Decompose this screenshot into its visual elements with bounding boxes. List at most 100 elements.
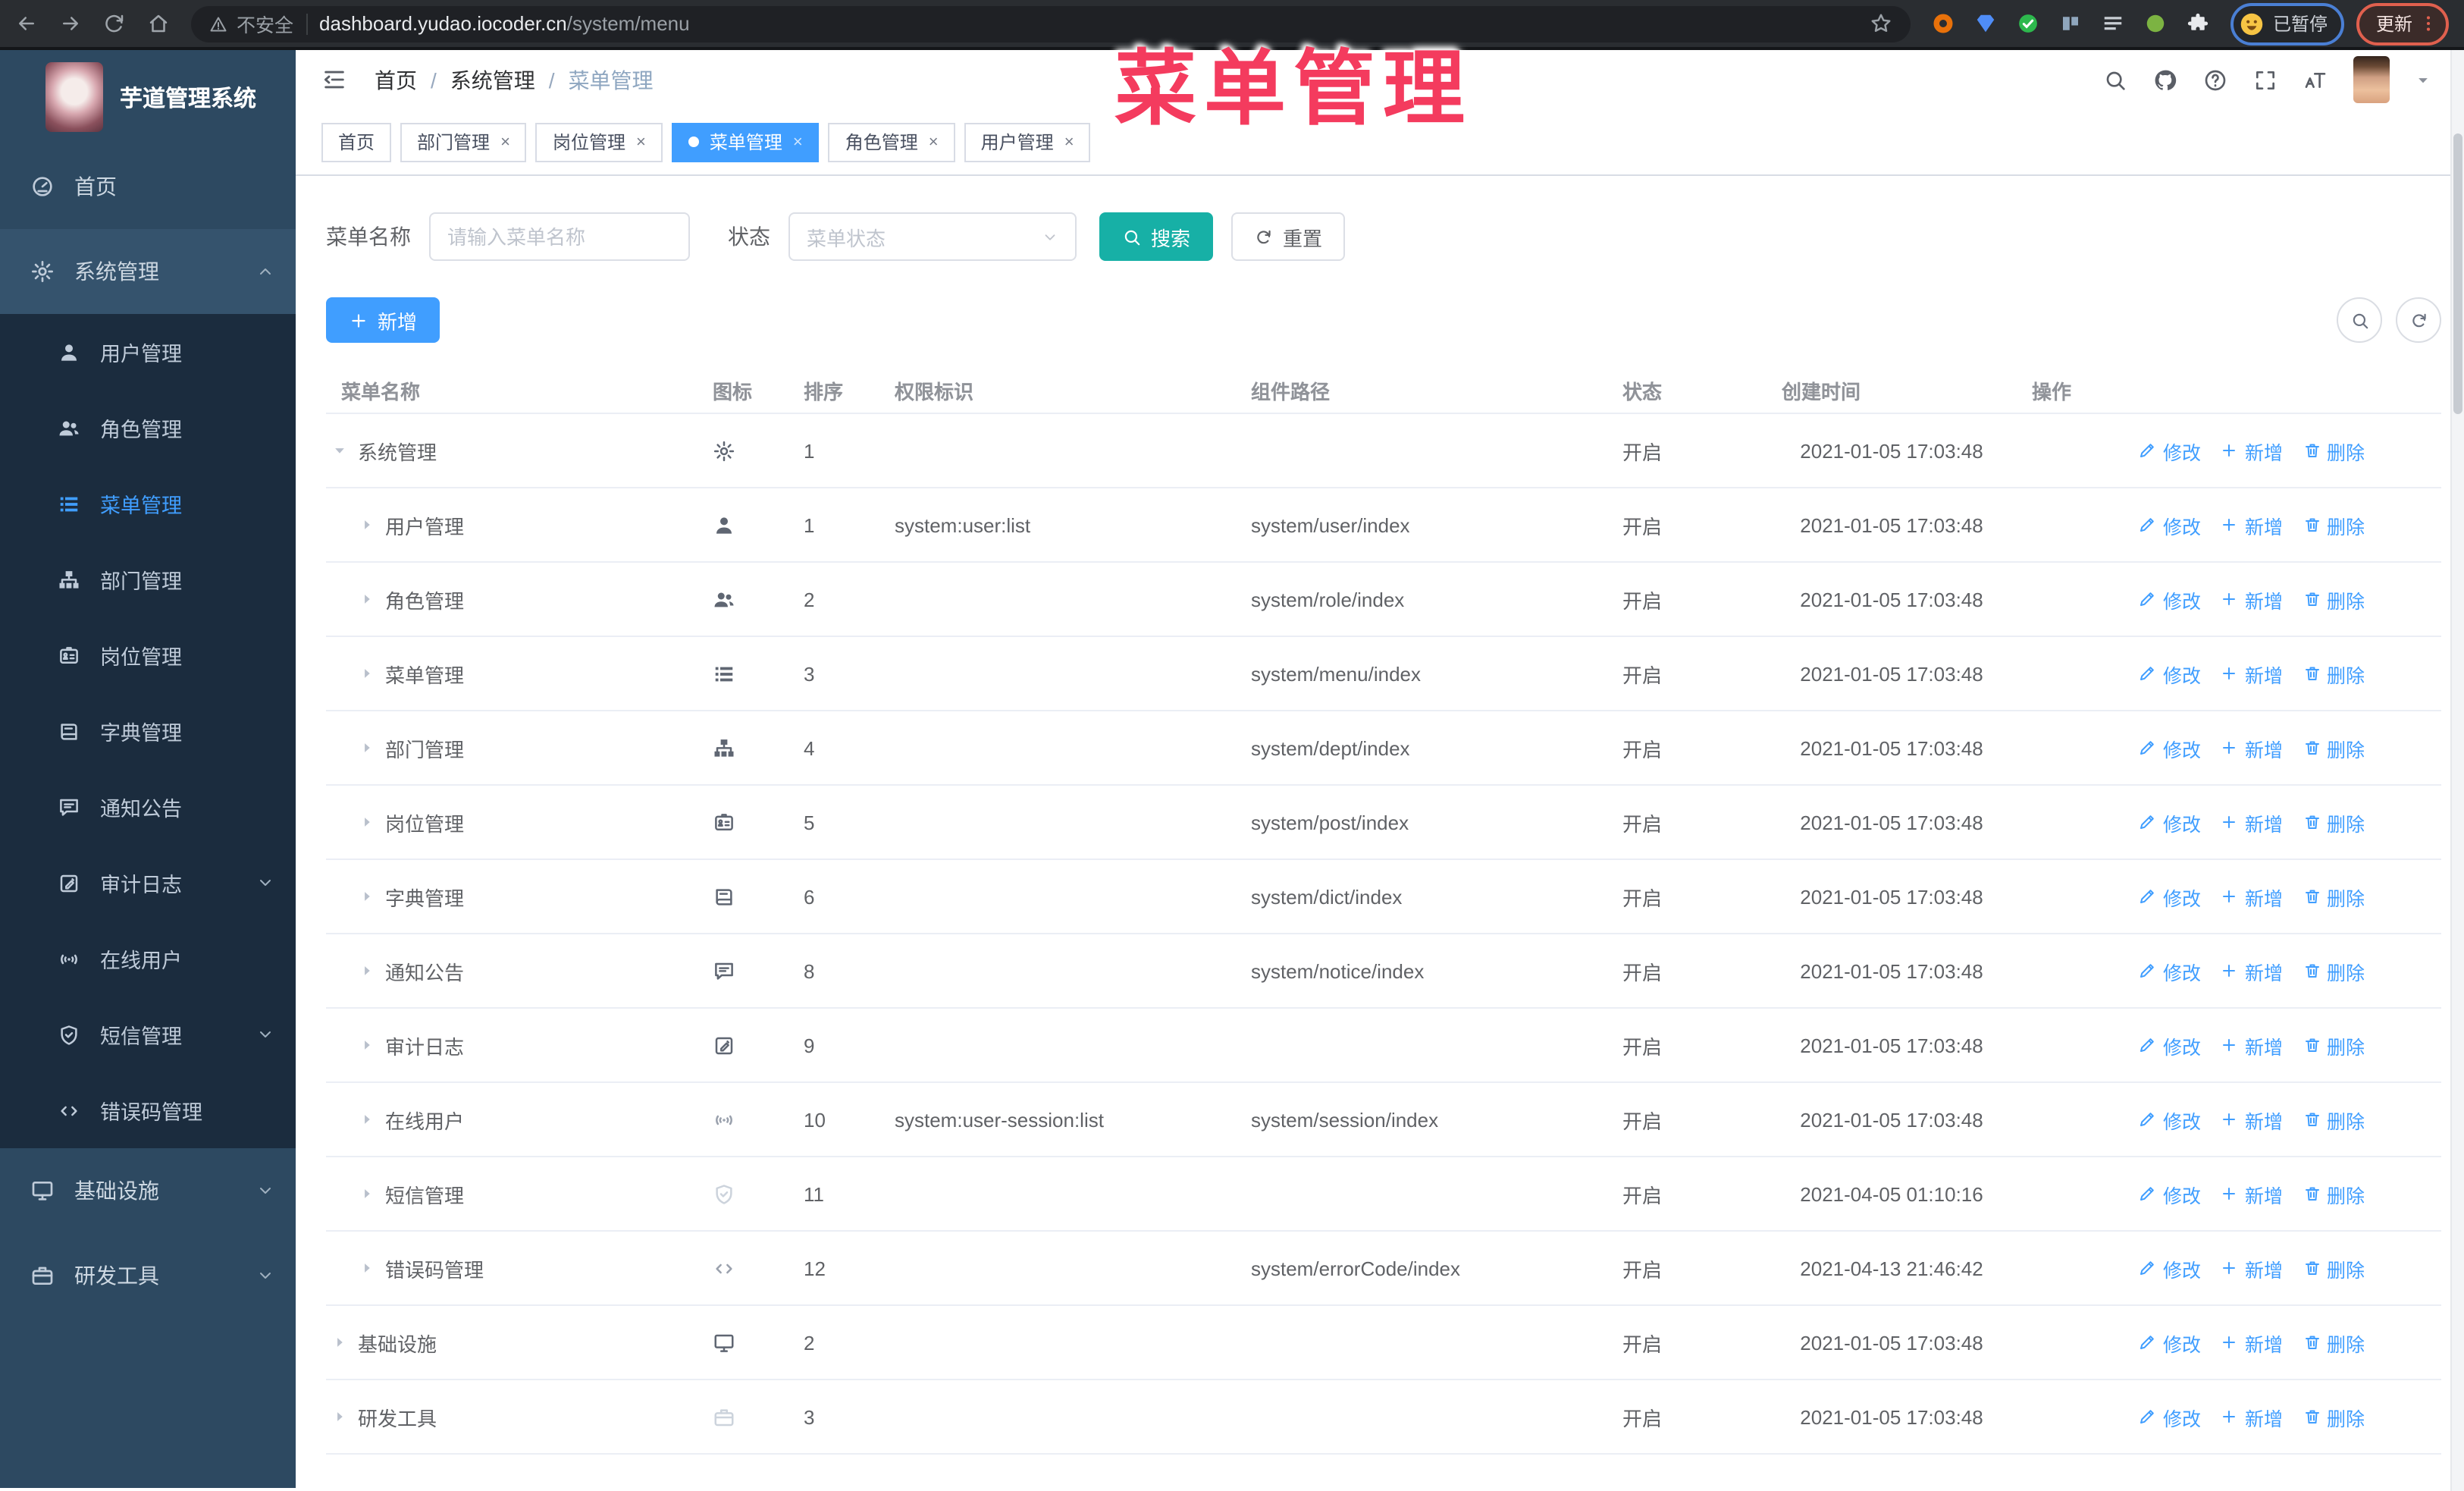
edit-action[interactable]: 修改 [2139, 808, 2201, 837]
add-action[interactable]: 新增 [2221, 659, 2283, 688]
kebab-menu-icon[interactable] [2419, 14, 2438, 33]
close-tab-icon[interactable]: × [929, 133, 939, 151]
sidebar-subitem[interactable]: 岗位管理 [0, 617, 296, 693]
add-action[interactable]: 新增 [2221, 882, 2283, 911]
add-action[interactable]: 新增 [2221, 1328, 2283, 1357]
scrollbar-thumb[interactable] [2453, 133, 2462, 414]
close-tab-icon[interactable]: × [793, 133, 803, 151]
caret-right-icon[interactable] [359, 1260, 375, 1276]
view-tab[interactable]: 首页 [321, 122, 392, 162]
forward-arrow-icon[interactable] [59, 12, 82, 35]
add-action[interactable]: 新增 [2221, 585, 2283, 614]
page-scrollbar[interactable] [2450, 50, 2464, 1491]
close-tab-icon[interactable]: × [1064, 133, 1074, 151]
sidebar-subitem[interactable]: 用户管理 [0, 314, 296, 390]
refresh-table-button[interactable] [2396, 297, 2441, 343]
caret-right-icon[interactable] [359, 592, 375, 607]
add-action[interactable]: 新增 [2221, 956, 2283, 985]
add-action[interactable]: 新增 [2221, 1105, 2283, 1134]
reset-button[interactable]: 重置 [1231, 212, 1346, 261]
edit-action[interactable]: 修改 [2139, 882, 2201, 911]
cols-icon[interactable] [2059, 12, 2082, 35]
caret-right-icon[interactable] [359, 963, 375, 978]
caret-right-icon[interactable] [359, 815, 375, 830]
sidebar-item[interactable]: 首页 [0, 144, 296, 229]
edit-action[interactable]: 修改 [2139, 1031, 2201, 1059]
fullscreen-icon[interactable] [2253, 67, 2277, 92]
edit-action[interactable]: 修改 [2139, 510, 2201, 539]
question-icon[interactable] [2203, 67, 2227, 92]
delete-action[interactable]: 删除 [2303, 882, 2365, 911]
sidebar-subitem[interactable]: 部门管理 [0, 541, 296, 617]
delete-action[interactable]: 删除 [2303, 436, 2365, 465]
add-action[interactable]: 新增 [2221, 1402, 2283, 1431]
caret-right-icon[interactable] [359, 1112, 375, 1127]
edit-action[interactable]: 修改 [2139, 733, 2201, 762]
disc-icon[interactable] [2144, 12, 2167, 35]
search-icon[interactable] [2103, 67, 2127, 92]
sidebar-item[interactable]: 系统管理 [0, 229, 296, 314]
home-icon[interactable] [147, 12, 170, 35]
site-security[interactable]: 不安全 [209, 9, 293, 38]
sidebar-subitem[interactable]: 通知公告 [0, 769, 296, 845]
caret-right-icon[interactable] [359, 1186, 375, 1201]
caret-right-icon[interactable] [359, 889, 375, 904]
sidebar-subitem[interactable]: 审计日志 [0, 845, 296, 921]
toggle-search-button[interactable] [2337, 297, 2382, 343]
edit-action[interactable]: 修改 [2139, 436, 2201, 465]
edit-action[interactable]: 修改 [2139, 956, 2201, 985]
delete-action[interactable]: 删除 [2303, 659, 2365, 688]
caret-right-icon[interactable] [359, 666, 375, 681]
caret-right-icon[interactable] [359, 517, 375, 532]
edit-action[interactable]: 修改 [2139, 1328, 2201, 1357]
caret-down-icon[interactable] [332, 443, 347, 458]
gem-icon[interactable] [1974, 12, 1997, 35]
reload-icon[interactable] [103, 12, 126, 35]
breadcrumb-item[interactable]: 菜单管理 [569, 64, 654, 95]
bookmark-star-icon[interactable] [1870, 12, 1892, 35]
puzzle-icon[interactable] [2187, 12, 2209, 35]
browser-update-button[interactable]: 更新 [2356, 2, 2449, 45]
delete-action[interactable]: 删除 [2303, 1402, 2365, 1431]
delete-action[interactable]: 删除 [2303, 1105, 2365, 1134]
sidebar-subitem[interactable]: 在线用户 [0, 921, 296, 997]
sidebar-subitem[interactable]: 字典管理 [0, 693, 296, 769]
edit-action[interactable]: 修改 [2139, 585, 2201, 614]
add-action[interactable]: 新增 [2221, 510, 2283, 539]
sidebar-item[interactable]: 研发工具 [0, 1233, 296, 1318]
add-button[interactable]: 新增 [326, 297, 440, 343]
fontsize-icon[interactable] [2303, 67, 2328, 92]
disc-check-icon[interactable] [2017, 12, 2039, 35]
app-logo[interactable]: 芋道管理系统 [0, 50, 296, 144]
add-action[interactable]: 新增 [2221, 1179, 2283, 1208]
delete-action[interactable]: 删除 [2303, 585, 2365, 614]
delete-action[interactable]: 删除 [2303, 1179, 2365, 1208]
sidebar-subitem[interactable]: 短信管理 [0, 997, 296, 1072]
sidebar-subitem[interactable]: 错误码管理 [0, 1072, 296, 1148]
edit-action[interactable]: 修改 [2139, 1179, 2201, 1208]
caret-right-icon[interactable] [359, 740, 375, 755]
delete-action[interactable]: 删除 [2303, 956, 2365, 985]
search-button[interactable]: 搜索 [1099, 212, 1214, 261]
edit-action[interactable]: 修改 [2139, 659, 2201, 688]
delete-action[interactable]: 删除 [2303, 1328, 2365, 1357]
view-tab[interactable]: 菜单管理 × [671, 122, 820, 162]
add-action[interactable]: 新增 [2221, 1254, 2283, 1282]
collapse-sidebar-icon[interactable] [321, 67, 347, 93]
status-select[interactable]: 菜单状态 [788, 212, 1077, 261]
delete-action[interactable]: 删除 [2303, 808, 2365, 837]
user-avatar[interactable] [2353, 56, 2390, 103]
sidebar-subitem[interactable]: 角色管理 [0, 390, 296, 466]
caret-right-icon[interactable] [332, 1409, 347, 1424]
back-arrow-icon[interactable] [15, 12, 38, 35]
address-bar[interactable]: 不安全 dashboard.yudao.iocoder.cn/system/me… [191, 5, 1911, 42]
add-action[interactable]: 新增 [2221, 436, 2283, 465]
view-tab[interactable]: 用户管理 × [964, 122, 1091, 162]
edit-action[interactable]: 修改 [2139, 1254, 2201, 1282]
caret-right-icon[interactable] [332, 1335, 347, 1350]
bars-icon[interactable] [2102, 12, 2124, 35]
delete-action[interactable]: 删除 [2303, 510, 2365, 539]
close-tab-icon[interactable]: × [636, 133, 646, 151]
breadcrumb-item[interactable]: 系统管理 [450, 64, 535, 95]
delete-action[interactable]: 删除 [2303, 1254, 2365, 1282]
